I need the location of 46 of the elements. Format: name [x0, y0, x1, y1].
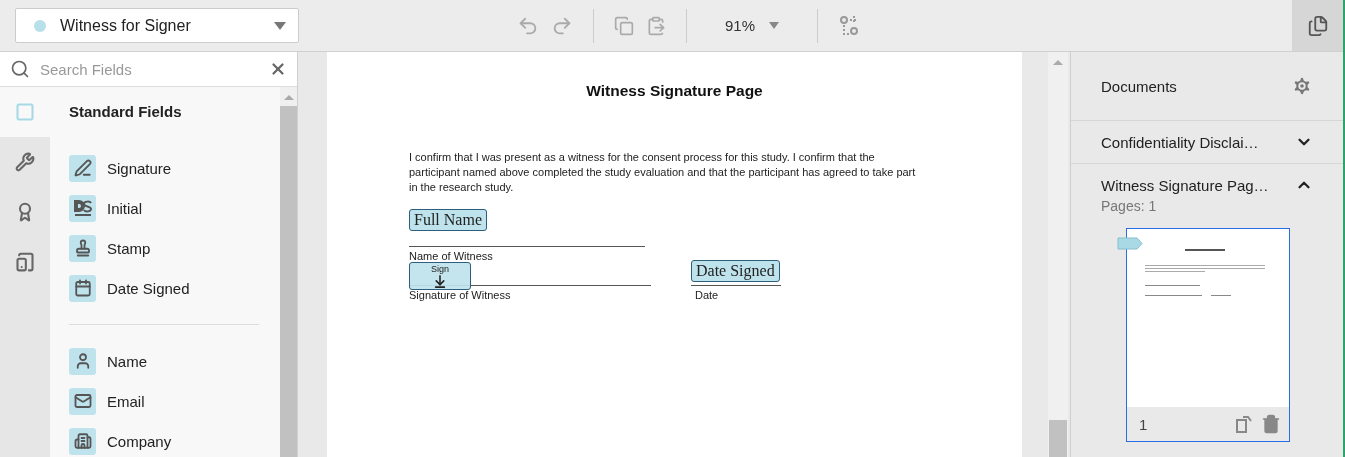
- caret-icon: [274, 21, 286, 30]
- document-paragraph: I confirm that I was present as a witness for the consent process for this study. I confirm that the participant named above completed the study evaluation and that the participant has agreed to take part in the research study.: [409, 150, 917, 195]
- page-thumbnail[interactable]: 1: [1126, 228, 1290, 442]
- recipient-flag-icon: [1117, 237, 1143, 250]
- page-number: 1: [1139, 415, 1148, 433]
- calendar-icon: [69, 274, 96, 302]
- field-item[interactable]: Date Signed: [107, 279, 190, 297]
- field-item[interactable]: Company: [107, 432, 172, 450]
- recipient-dropdown[interactable]: Witness for Signer: [15, 8, 299, 43]
- document-name[interactable]: Witness Signature Pag…: [1101, 176, 1269, 194]
- field-item[interactable]: Stamp: [107, 239, 151, 257]
- field-item[interactable]: Name: [107, 352, 147, 370]
- document-name[interactable]: Confidentiality Disclai…: [1101, 133, 1259, 151]
- field-item[interactable]: Email: [107, 392, 145, 410]
- scroll-up-icon[interactable]: [1053, 60, 1063, 65]
- trash-icon[interactable]: [1261, 414, 1281, 434]
- settings-icon[interactable]: [1291, 75, 1313, 97]
- pages-icon[interactable]: [1292, 0, 1343, 51]
- search-field[interactable]: Search Fields: [38, 59, 261, 79]
- field-item[interactable]: Signature: [107, 159, 172, 177]
- envelope-icon: [69, 387, 96, 415]
- scrollbar-thumb[interactable]: [280, 106, 297, 457]
- pen-icon: [69, 154, 96, 182]
- zoom-dropdown[interactable]: 91%: [701, 17, 804, 34]
- search-icon: [10, 59, 30, 79]
- search-box[interactable]: Search Fields: [0, 52, 297, 87]
- scrollbar-thumb[interactable]: [1049, 420, 1067, 457]
- line-label: Signature of Witness: [409, 289, 511, 301]
- scroll-up-icon[interactable]: [283, 95, 294, 100]
- close-icon[interactable]: [269, 60, 287, 78]
- initials-icon: [69, 194, 96, 222]
- text-field-tag[interactable]: Date Signed: [691, 260, 780, 282]
- field-item[interactable]: Initial: [107, 199, 143, 217]
- line-label: Name of Witness: [409, 250, 493, 262]
- rotate-page-icon[interactable]: [1235, 414, 1255, 434]
- sign-field-tag[interactable]: Sign: [409, 262, 471, 290]
- text-field-tag[interactable]: Full Name: [409, 209, 487, 231]
- stamp-icon: [69, 234, 96, 262]
- document-title: Witness Signature Page: [585, 82, 764, 100]
- page-count: Pages: 1: [1101, 198, 1158, 214]
- building-icon: [69, 427, 96, 455]
- panel-title: Documents: [1101, 77, 1177, 95]
- line-label: Date: [695, 289, 719, 301]
- download-arrow-icon: [432, 274, 448, 289]
- group-title: Standard Fields: [69, 103, 183, 120]
- person-icon: [69, 347, 96, 375]
